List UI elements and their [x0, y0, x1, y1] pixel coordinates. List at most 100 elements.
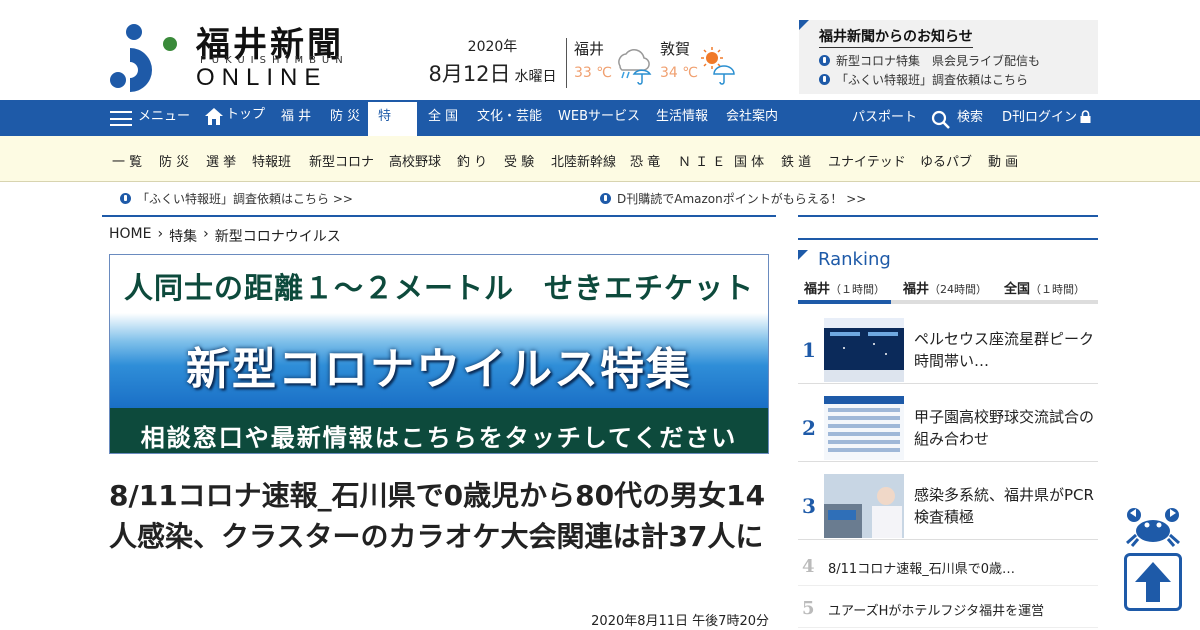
rank-title: 感染多系統、福井県がPCR検査積極 — [914, 486, 1094, 526]
crab-mascot-icon[interactable] — [1124, 505, 1182, 547]
date-divider — [566, 38, 567, 88]
sun-umbrella-icon — [701, 47, 735, 85]
rank-number: 5 — [802, 598, 815, 619]
breadcrumb-current: 新型コロナウイルス — [214, 229, 341, 245]
weather-fukui[interactable]: 福井 33 ℃ — [574, 38, 652, 85]
date-dow: 水曜日 — [514, 69, 557, 85]
notice-title[interactable]: 福井新聞からのお知らせ — [819, 26, 973, 48]
notice-item[interactable]: 「ふくい特報班」調査依頼はこちら — [819, 71, 1098, 88]
ranking-corner — [798, 250, 808, 260]
subnav-item[interactable]: 動 画 — [988, 151, 1018, 170]
tab-label: 福井 — [804, 282, 831, 297]
notice-item[interactable]: 新型コロナ特集 県会見ライブ配信も — [819, 52, 1098, 69]
info-bullet-icon — [600, 193, 611, 204]
subnav-item[interactable]: 一 覧 — [112, 151, 142, 170]
rank-title: 8/11コロナ速報_石川県で0歳… — [828, 562, 1015, 577]
subnav-item[interactable]: 恐 竜 — [630, 151, 660, 170]
weather-temp: 33 ℃ — [574, 65, 612, 81]
lock-icon — [1080, 110, 1091, 123]
home-icon[interactable] — [205, 108, 223, 125]
hamburger-menu-icon[interactable] — [110, 111, 132, 126]
weather-tsuruga[interactable]: 敦賀 34 ℃ — [660, 38, 735, 85]
tab-sub: （１時間） — [830, 283, 886, 296]
nav-item-fukui[interactable]: 福 井 — [281, 100, 311, 136]
tab-sub: （24時間） — [929, 283, 988, 296]
banner-cta: 相談窓口や最新情報はこちらをタッチしてください — [140, 424, 738, 452]
search-icon[interactable] — [931, 110, 951, 130]
date-monthday: 8月12日 — [428, 62, 511, 86]
nav-item-tokushu[interactable]: 特 集 — [368, 102, 417, 154]
nav-menu[interactable]: メニュー — [138, 100, 190, 136]
info-bullet-icon — [819, 55, 830, 66]
subnav-item[interactable]: 国 体 — [734, 151, 764, 170]
tab-zenkoku-1h[interactable]: 全国（１時間） — [1004, 278, 1085, 300]
nav-top[interactable]: トップ — [226, 98, 265, 134]
article-date: 2020年8月11日 午後7時20分 — [591, 614, 769, 629]
ranking-item[interactable]: 2 甲子園高校野球交流試合の組み合わせ — [798, 394, 1098, 462]
subnav-item[interactable]: 選 挙 — [206, 151, 236, 170]
rank-number: 3 — [802, 494, 816, 518]
tab-fukui-1h[interactable]: 福井（１時間） — [797, 278, 892, 304]
subnav-item[interactable]: ゆるパブ — [920, 151, 972, 170]
back-to-top-button[interactable] — [1124, 553, 1182, 611]
banner-title: 新型コロナウイルス特集 — [186, 344, 692, 395]
info-link[interactable]: 「ふくい特報班」調査依頼はこちら >> — [120, 190, 353, 207]
arrow-up-icon — [1135, 562, 1171, 602]
chevron-right-icon: › — [203, 226, 209, 242]
subnav-item[interactable]: 高校野球 — [389, 151, 441, 170]
nav-item-zenkoku[interactable]: 全 国 — [428, 100, 458, 136]
chevron-right-icon: › — [157, 226, 164, 242]
breadcrumb-tokushu[interactable]: 特集 — [169, 226, 197, 246]
banner-middle: 新型コロナウイルス特集 — [110, 313, 768, 408]
date-year: 2020年 — [467, 39, 518, 55]
ranking-item[interactable]: 3 感染多系統、福井県がPCR検査積極 — [798, 472, 1098, 540]
nav-login[interactable]: D刊ログイン — [1002, 101, 1077, 137]
corona-feature-banner[interactable]: 人同士の距離１～２メートル せきエチケット 新型コロナウイルス特集 相談窓口や最… — [109, 254, 769, 454]
rank-number: 1 — [802, 338, 816, 362]
banner-top-text: 人同士の距離１～２メートル せきエチケット — [123, 271, 754, 305]
nav-item-bunka[interactable]: 文化・芸能 — [477, 100, 542, 136]
nav-item-company[interactable]: 会社案内 — [726, 100, 778, 136]
content-divider — [102, 215, 776, 217]
banner-bottom: 相談窓口や最新情報はこちらをタッチしてください — [110, 408, 768, 453]
weather-city: 福井 — [574, 40, 605, 58]
subnav-item[interactable]: 北陸新幹線 — [551, 151, 616, 170]
banner-top: 人同士の距離１～２メートル せきエチケット — [110, 255, 768, 313]
subnav-item[interactable]: 鉄 道 — [781, 151, 811, 170]
info-link-text: D刊購読でAmazonポイントがもらえる！ >> — [617, 192, 867, 206]
subnav-item[interactable]: 受 験 — [504, 151, 534, 170]
subnav-item[interactable]: 釣 り — [457, 151, 487, 170]
subnav-item[interactable]: Ｎ Ｉ Ｅ — [678, 151, 725, 170]
ranking-item[interactable]: 1 ペルセウス座流星群ピーク時間帯い… — [798, 316, 1098, 384]
nav-item-seikatsu[interactable]: 生活情報 — [656, 100, 708, 136]
ranking-item[interactable]: 5 ユアーズHがホテルフジタ福井を運営 — [798, 588, 1098, 628]
nav-item-bousai[interactable]: 防 災 — [330, 100, 360, 136]
weather-temp: 34 ℃ — [660, 65, 698, 81]
site-header: 福井新聞 FUKUISHIMBUN ONLINE 2020年 8月12日 水曜日 … — [0, 0, 1200, 100]
tab-sub: （１時間） — [1030, 283, 1086, 296]
tab-label: 福井 — [903, 282, 930, 297]
tab-fukui-24h[interactable]: 福井（24時間） — [903, 278, 987, 300]
ranking-thumbnail — [824, 396, 904, 460]
breadcrumb-home[interactable]: HOME — [109, 226, 151, 246]
ranking-tabs: 福井（１時間） 福井（24時間） 全国（１時間） — [797, 278, 1098, 304]
subnav-item[interactable]: 特報班 — [252, 151, 291, 170]
subnav-item[interactable]: 防 災 — [159, 151, 189, 170]
ranking-thumbnail — [824, 474, 904, 538]
info-link-text: 「ふくい特報班」調査依頼はこちら >> — [137, 192, 353, 206]
nav-item-web[interactable]: WEBサービス — [558, 100, 640, 136]
logo-mark-icon[interactable] — [110, 22, 180, 92]
info-bullet-icon — [819, 74, 830, 85]
date-display: 2020年 8月12日 水曜日 — [420, 36, 565, 88]
subnav-item[interactable]: ユナイテッド — [828, 151, 906, 170]
category-nav: 一 覧 防 災 選 挙 特報班 新型コロナ 高校野球 釣 り 受 験 北陸新幹線… — [0, 136, 1200, 182]
nav-passport[interactable]: パスポート — [852, 101, 917, 137]
rank-number: 4 — [802, 556, 815, 577]
subnav-item[interactable]: 新型コロナ — [309, 151, 374, 170]
info-link[interactable]: D刊購読でAmazonポイントがもらえる！ >> — [600, 190, 866, 207]
notice-item-text: 新型コロナ特集 県会見ライブ配信も — [836, 54, 1041, 68]
date-main: 8月12日 水曜日 — [420, 58, 565, 88]
ranking-item[interactable]: 4 8/11コロナ速報_石川県で0歳… — [798, 546, 1098, 586]
breadcrumb: HOME › 特集 › 新型コロナウイルス — [109, 226, 347, 246]
nav-search[interactable]: 検索 — [957, 101, 983, 137]
